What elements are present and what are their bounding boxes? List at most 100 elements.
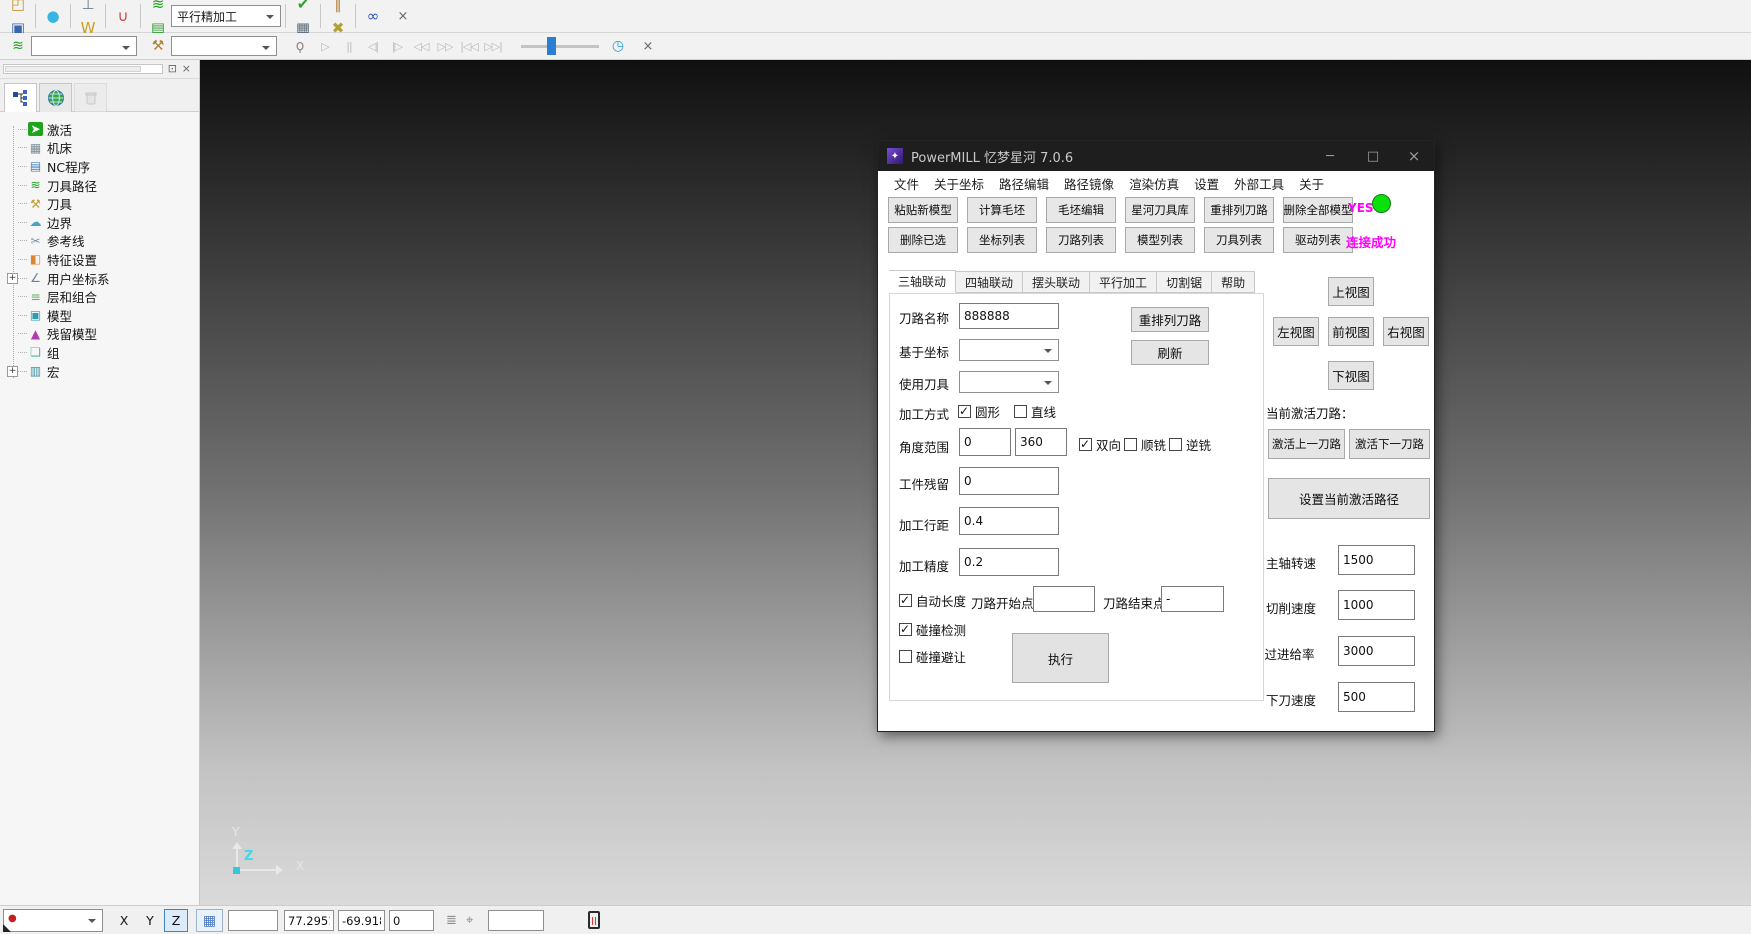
step-forward-button[interactable]: |▷ [385,35,409,57]
tree-item-levels-sets[interactable]: ≡ 层和组合 [0,287,199,306]
view-combobox[interactable]: ● [3,909,103,932]
checkbox-box[interactable] [1014,405,1027,418]
axis-x-button[interactable]: X [112,909,136,932]
menu-item[interactable]: 路径镜像 [1064,174,1114,193]
tool-holder-icon[interactable]: ⊥ [75,0,101,16]
set-active-path-button[interactable]: 设置当前激活路径 [1268,478,1430,519]
expander-icon[interactable]: + [7,273,18,284]
pause-button[interactable]: || [337,35,361,57]
action-button[interactable]: 删除已选 [888,227,958,253]
auto-length-checkbox[interactable]: 自动长度 [899,591,966,610]
view-front-button[interactable]: 前视图 [1328,317,1374,346]
tree-item-stock-models[interactable]: ▲ 残留模型 [0,325,199,344]
collision-detect-checkbox[interactable]: 碰撞检测 [899,620,966,639]
tab[interactable]: 四轴联动 [956,271,1023,293]
tab-web-browser[interactable] [39,83,72,112]
tree-item-feature-sets[interactable]: ◧ 特征设置 [0,250,199,269]
tab[interactable]: 三轴联动 [889,270,956,293]
angle-max-input[interactable] [1015,428,1067,456]
action-button[interactable]: 坐标列表 [967,227,1037,253]
plunge-feed-input[interactable] [1338,682,1415,712]
menu-item[interactable]: 关于坐标 [934,174,984,193]
go-end-button[interactable]: ▷▷| [481,35,505,57]
coordinate-z-field[interactable] [389,910,434,931]
view-top-button[interactable]: 上视图 [1328,277,1374,306]
grid-snap-button[interactable]: ▦ [196,909,223,932]
bidirectional-checkbox[interactable]: 双向 [1079,435,1121,454]
resize-grip-icon[interactable] [3,916,11,932]
action-button[interactable]: 删除全部模型 [1283,197,1353,223]
tool-combobox[interactable] [171,36,277,56]
action-button[interactable]: 重排列刀路 [1204,197,1274,223]
activate-next-button[interactable]: 激活下一刀路 [1349,429,1430,459]
tree-item-nc-programs[interactable]: ▤ NC程序 [0,157,199,176]
rewind-button[interactable]: ◁◁ [409,35,433,57]
tolerance-input[interactable] [959,548,1059,576]
close-button[interactable]: × [1394,141,1434,171]
tree-item-workplanes[interactable]: + ∠ 用户坐标系 [0,269,199,288]
menu-item[interactable]: 设置 [1194,174,1219,193]
line-checkbox[interactable]: 直线 [1014,402,1056,421]
tolerance-status-input[interactable] [488,910,544,931]
tree-item-machine[interactable]: ▦ 机床 [0,139,199,158]
go-start-button[interactable]: |◁◁ [457,35,481,57]
stepover-input[interactable] [959,507,1059,535]
start-point-input[interactable] [1033,586,1095,612]
action-button[interactable]: 毛坯编辑 [1046,197,1116,223]
based-coord-combobox[interactable] [959,339,1059,361]
tree-item-tools[interactable]: ⚒ 刀具 [0,194,199,213]
toolpath-name-input[interactable] [959,303,1059,329]
simulation-speed-slider[interactable] [521,35,599,57]
tree-item-models[interactable]: ▣ 模型 [0,306,199,325]
clock-icon[interactable]: ◷ [605,35,631,57]
axis-z-button[interactable]: Z [164,909,188,932]
axis-y-button[interactable]: Y [138,909,162,932]
view-left-button[interactable]: 左视图 [1273,317,1319,346]
action-button[interactable]: 刀具列表 [1204,227,1274,253]
view-right-button[interactable]: 右视图 [1383,317,1429,346]
checkbox-box[interactable] [1124,438,1137,451]
fast-forward-button[interactable]: ▷▷ [433,35,457,57]
checkbox-box[interactable] [1079,438,1092,451]
lamp-icon[interactable]: ϙ [287,35,313,57]
toolpath-icon[interactable]: ≋ [145,0,171,16]
tree-item-boundaries[interactable]: ☁ 边界 [0,213,199,232]
menu-item[interactable]: 外部工具 [1234,174,1284,193]
tab-explorer-tree[interactable] [4,83,37,112]
tree-item-groups[interactable]: ❏ 组 [0,343,199,362]
checkbox-box[interactable] [899,623,912,636]
tab-recycle-bin[interactable] [74,83,107,112]
circular-checkbox[interactable]: 圆形 [958,402,1000,421]
tab[interactable]: 摆头联动 [1023,271,1090,293]
use-tool-combobox[interactable] [959,371,1059,393]
tab[interactable]: 切割锯 [1157,271,1212,293]
climb-mill-checkbox[interactable]: 顺铣 [1124,435,1166,454]
action-button[interactable]: 计算毛坯 [967,197,1037,223]
expander-icon[interactable]: + [7,366,18,377]
tree-item-toolpaths[interactable]: ≋ 刀具路径 [0,176,199,195]
strategy-combobox[interactable]: 平行精加工 [171,5,281,27]
checkbox-box[interactable] [899,594,912,607]
tool-verify-icon[interactable]: ✔ [290,0,316,16]
cursor-position-icon[interactable]: ⌖ [466,913,473,928]
maximize-button[interactable]: □ [1353,141,1393,171]
close-toolbar-icon[interactable]: × [639,37,657,55]
tool-arc-icon[interactable]: ∪ [110,4,136,28]
scrollbar-thumb[interactable] [5,66,141,72]
menu-item[interactable]: 渲染仿真 [1129,174,1179,193]
coordinate-y-field[interactable] [338,910,385,931]
action-button[interactable]: 刀路列表 [1046,227,1116,253]
action-button[interactable]: 星河刀具库 [1125,197,1195,223]
checkbox-box[interactable] [899,650,912,663]
toolpath-select-icon[interactable]: ≋ [5,35,31,57]
menu-item[interactable]: 关于 [1299,174,1324,193]
cylinder-pair-icon[interactable]: ∞ [360,4,386,28]
activate-prev-button[interactable]: 激活上一刀路 [1268,429,1345,459]
slider-thumb[interactable] [547,37,556,55]
tab[interactable]: 平行加工 [1090,271,1157,293]
conventional-mill-checkbox[interactable]: 逆铣 [1169,435,1211,454]
tab[interactable]: 帮助 [1212,271,1255,293]
explorer-scrollbar[interactable] [3,64,163,74]
refresh-button[interactable]: 刷新 [1131,340,1209,365]
collision-avoid-checkbox[interactable]: 碰撞避让 [899,647,966,666]
